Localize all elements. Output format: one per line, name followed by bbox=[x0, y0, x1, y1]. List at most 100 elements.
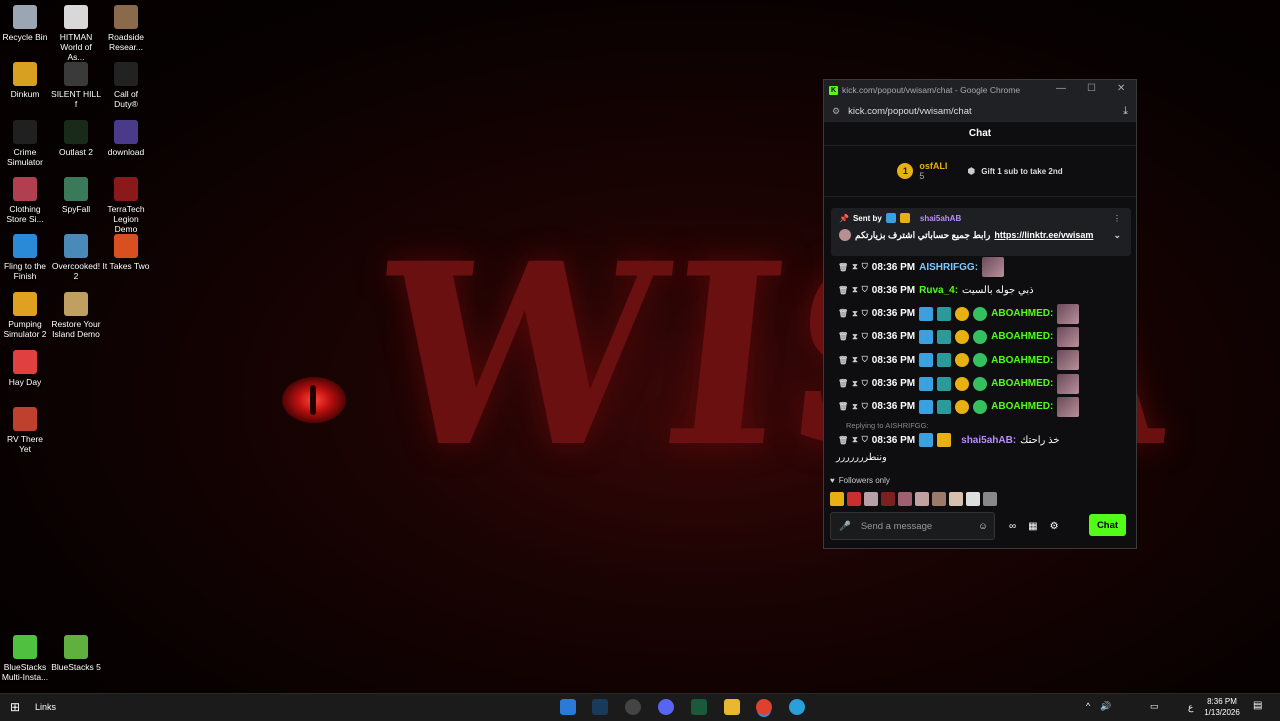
trash-icon[interactable]: 🗑 bbox=[838, 332, 848, 341]
chat-message[interactable]: 🗑 ⧗ ⛉ 08:36 PM ABOAHMED: bbox=[838, 350, 1080, 371]
close-button[interactable]: ✕ bbox=[1117, 83, 1125, 94]
desktop-icon[interactable]: BlueStacks 5 bbox=[51, 635, 101, 672]
address-bar[interactable]: ⚙ kick.com/popout/vwisam/chat ⤓ bbox=[824, 100, 1136, 123]
hourglass-icon[interactable]: ⧗ bbox=[852, 402, 858, 412]
desktop-icon[interactable]: Crime Simulator bbox=[0, 120, 50, 167]
trash-icon[interactable]: 🗑 bbox=[838, 402, 848, 411]
desktop-icon[interactable]: Pumping Simulator 2 bbox=[0, 292, 50, 339]
points-icon[interactable]: ∞ bbox=[1009, 521, 1016, 532]
desktop-icon[interactable]: SpyFall bbox=[51, 177, 101, 214]
chat-message[interactable]: 🗑 ⧗ ⛉ 08:36 PM ABOAHMED: bbox=[838, 326, 1080, 347]
shield-icon[interactable]: ⛉ bbox=[862, 285, 868, 295]
emote-icon[interactable] bbox=[949, 492, 963, 506]
language-indicator[interactable]: ع bbox=[1188, 702, 1193, 713]
shield-icon[interactable]: ⛉ bbox=[862, 332, 868, 342]
chat-message[interactable]: 🗑 ⧗ ⛉ 08:36 PM ABOAHMED: bbox=[838, 303, 1080, 324]
store-icon[interactable]: ▦ bbox=[1028, 521, 1037, 532]
hourglass-icon[interactable]: ⧗ bbox=[852, 309, 858, 319]
message-user[interactable]: Ruva_4: bbox=[919, 285, 958, 296]
pinned-user[interactable]: shai5ahAB bbox=[920, 214, 961, 223]
window-titlebar[interactable]: K kick.com/popout/vwisam/chat - Google C… bbox=[824, 80, 1136, 100]
volume-icon[interactable]: 🔊 bbox=[1100, 701, 1111, 712]
message-user[interactable]: ABOAHMED: bbox=[991, 355, 1053, 366]
desktop-icon[interactable]: Overcooked! 2 bbox=[51, 234, 101, 281]
desktop-icon[interactable]: Outlast 2 bbox=[51, 120, 101, 157]
emote-strip[interactable] bbox=[830, 491, 997, 507]
desktop-icon[interactable]: Roadside Resear... bbox=[101, 5, 151, 52]
notification-icon[interactable]: ▤ bbox=[1253, 700, 1262, 711]
trash-icon[interactable]: 🗑 bbox=[838, 379, 848, 388]
file-explorer-icon[interactable] bbox=[724, 699, 740, 715]
url-text[interactable]: kick.com/popout/vwisam/chat bbox=[848, 106, 972, 117]
desktop-icon[interactable]: download bbox=[101, 120, 151, 157]
settings-icon[interactable]: ⚙ bbox=[1050, 521, 1059, 532]
emote-icon[interactable] bbox=[915, 492, 929, 506]
hourglass-icon[interactable]: ⧗ bbox=[852, 355, 858, 365]
desktop-icon[interactable]: Recycle Bin bbox=[0, 5, 50, 42]
trash-icon[interactable]: 🗑 bbox=[838, 436, 848, 445]
desktop-icon[interactable]: Fling to the Finish bbox=[0, 234, 50, 281]
emote-icon[interactable] bbox=[932, 492, 946, 506]
desktop-icon[interactable]: Dinkum bbox=[0, 62, 50, 99]
message-user[interactable]: shai5ahAB: bbox=[961, 435, 1016, 446]
trash-icon[interactable]: 🗑 bbox=[838, 356, 848, 365]
discord-app-icon[interactable] bbox=[658, 699, 674, 715]
clock[interactable]: 8:36 PM 1/13/2026 bbox=[1202, 696, 1242, 718]
desktop-icon[interactable]: SILENT HILL f bbox=[51, 62, 101, 109]
desktop-icon[interactable]: Clothing Store Si... bbox=[0, 177, 50, 224]
desktop-icon[interactable]: Hay Day bbox=[0, 350, 50, 387]
hourglass-icon[interactable]: ⧗ bbox=[852, 435, 858, 445]
emote-icon[interactable] bbox=[830, 492, 844, 506]
emote-icon[interactable] bbox=[881, 492, 895, 506]
links-toolbar[interactable]: Links bbox=[35, 702, 56, 712]
message-user[interactable]: AISHRIFGG: bbox=[919, 262, 978, 273]
desktop-icon[interactable]: RV There Yet bbox=[0, 407, 50, 454]
emote-icon[interactable] bbox=[983, 492, 997, 506]
chevron-down-icon[interactable]: ⌄ bbox=[1113, 230, 1121, 241]
chat-message[interactable]: 🗑 ⧗ ⛉ 08:36 PM Ruva_4: ذبي جوله بالسيت bbox=[838, 280, 1034, 300]
site-settings-icon[interactable]: ⚙ bbox=[832, 106, 840, 117]
tray-chevron-icon[interactable]: ^ bbox=[1086, 701, 1090, 711]
chat-message[interactable]: 🗑 ⧗ ⛉ 08:36 PM AISHRIFGG: bbox=[838, 257, 1005, 277]
emote-icon[interactable] bbox=[898, 492, 912, 506]
hourglass-icon[interactable]: ⧗ bbox=[852, 332, 858, 342]
minimize-button[interactable]: — bbox=[1056, 83, 1066, 94]
windows-start-icon[interactable]: ⊞ bbox=[10, 700, 20, 714]
hourglass-icon[interactable]: ⧗ bbox=[852, 285, 858, 295]
shield-icon[interactable]: ⛉ bbox=[862, 435, 868, 445]
xbox-app-icon[interactable] bbox=[691, 699, 707, 715]
trash-icon[interactable]: 🗑 bbox=[838, 263, 848, 272]
hourglass-icon[interactable]: ⧗ bbox=[852, 379, 858, 389]
shield-icon[interactable]: ⛉ bbox=[862, 262, 868, 272]
message-user[interactable]: ABOAHMED: bbox=[991, 331, 1053, 342]
leaderboard[interactable]: 1 osfALI 5 ⬢ Gift 1 sub to take 2nd bbox=[824, 146, 1136, 197]
shield-icon[interactable]: ⛉ bbox=[862, 402, 868, 412]
chat-message[interactable]: 🗑 ⧗ ⛉ 08:36 PM ABOAHMED: bbox=[838, 396, 1080, 417]
reply-message[interactable]: 🗑 ⧗ ⛉ 08:36 PM shai5ahAB: خذ راحتك bbox=[838, 430, 1060, 450]
desktop-icon[interactable]: TerraTech Legion Demo bbox=[101, 177, 151, 234]
chat-send-button[interactable]: Chat bbox=[1089, 514, 1126, 536]
hourglass-icon[interactable]: ⧗ bbox=[852, 262, 858, 272]
emote-icon[interactable] bbox=[864, 492, 878, 506]
more-options-icon[interactable]: ⋮ bbox=[1113, 214, 1121, 223]
chat-message[interactable]: 🗑 ⧗ ⛉ 08:36 PM ABOAHMED: bbox=[838, 373, 1080, 394]
trash-icon[interactable]: 🗑 bbox=[838, 286, 848, 295]
steam-app-icon[interactable] bbox=[592, 699, 608, 715]
desktop-icon[interactable]: HITMAN World of As... bbox=[51, 5, 101, 62]
desktop-icon[interactable]: BlueStacks Multi-Insta... bbox=[0, 635, 50, 682]
pinned-link[interactable]: https://linktr.ee/vwisam bbox=[994, 230, 1093, 240]
edge-app-icon[interactable] bbox=[789, 699, 805, 715]
gift-text[interactable]: Gift 1 sub to take 2nd bbox=[981, 167, 1062, 176]
desktop-icon[interactable]: It Takes Two bbox=[101, 234, 151, 271]
chrome-app-icon[interactable] bbox=[756, 699, 772, 715]
pinned-message[interactable]: 📌 Sent by shai5ahAB ⋮ رابط جميع حساباتي … bbox=[831, 208, 1131, 256]
message-user[interactable]: ABOAHMED: bbox=[991, 378, 1053, 389]
shield-icon[interactable]: ⛉ bbox=[862, 309, 868, 319]
emote-icon[interactable] bbox=[847, 492, 861, 506]
network-icon[interactable]: ▭ bbox=[1150, 701, 1159, 712]
message-user[interactable]: ABOAHMED: bbox=[991, 308, 1053, 319]
clock-app-icon[interactable] bbox=[625, 699, 641, 715]
trash-icon[interactable]: 🗑 bbox=[838, 309, 848, 318]
shield-icon[interactable]: ⛉ bbox=[862, 355, 868, 365]
microphone-icon[interactable]: 🎤 bbox=[839, 521, 851, 532]
